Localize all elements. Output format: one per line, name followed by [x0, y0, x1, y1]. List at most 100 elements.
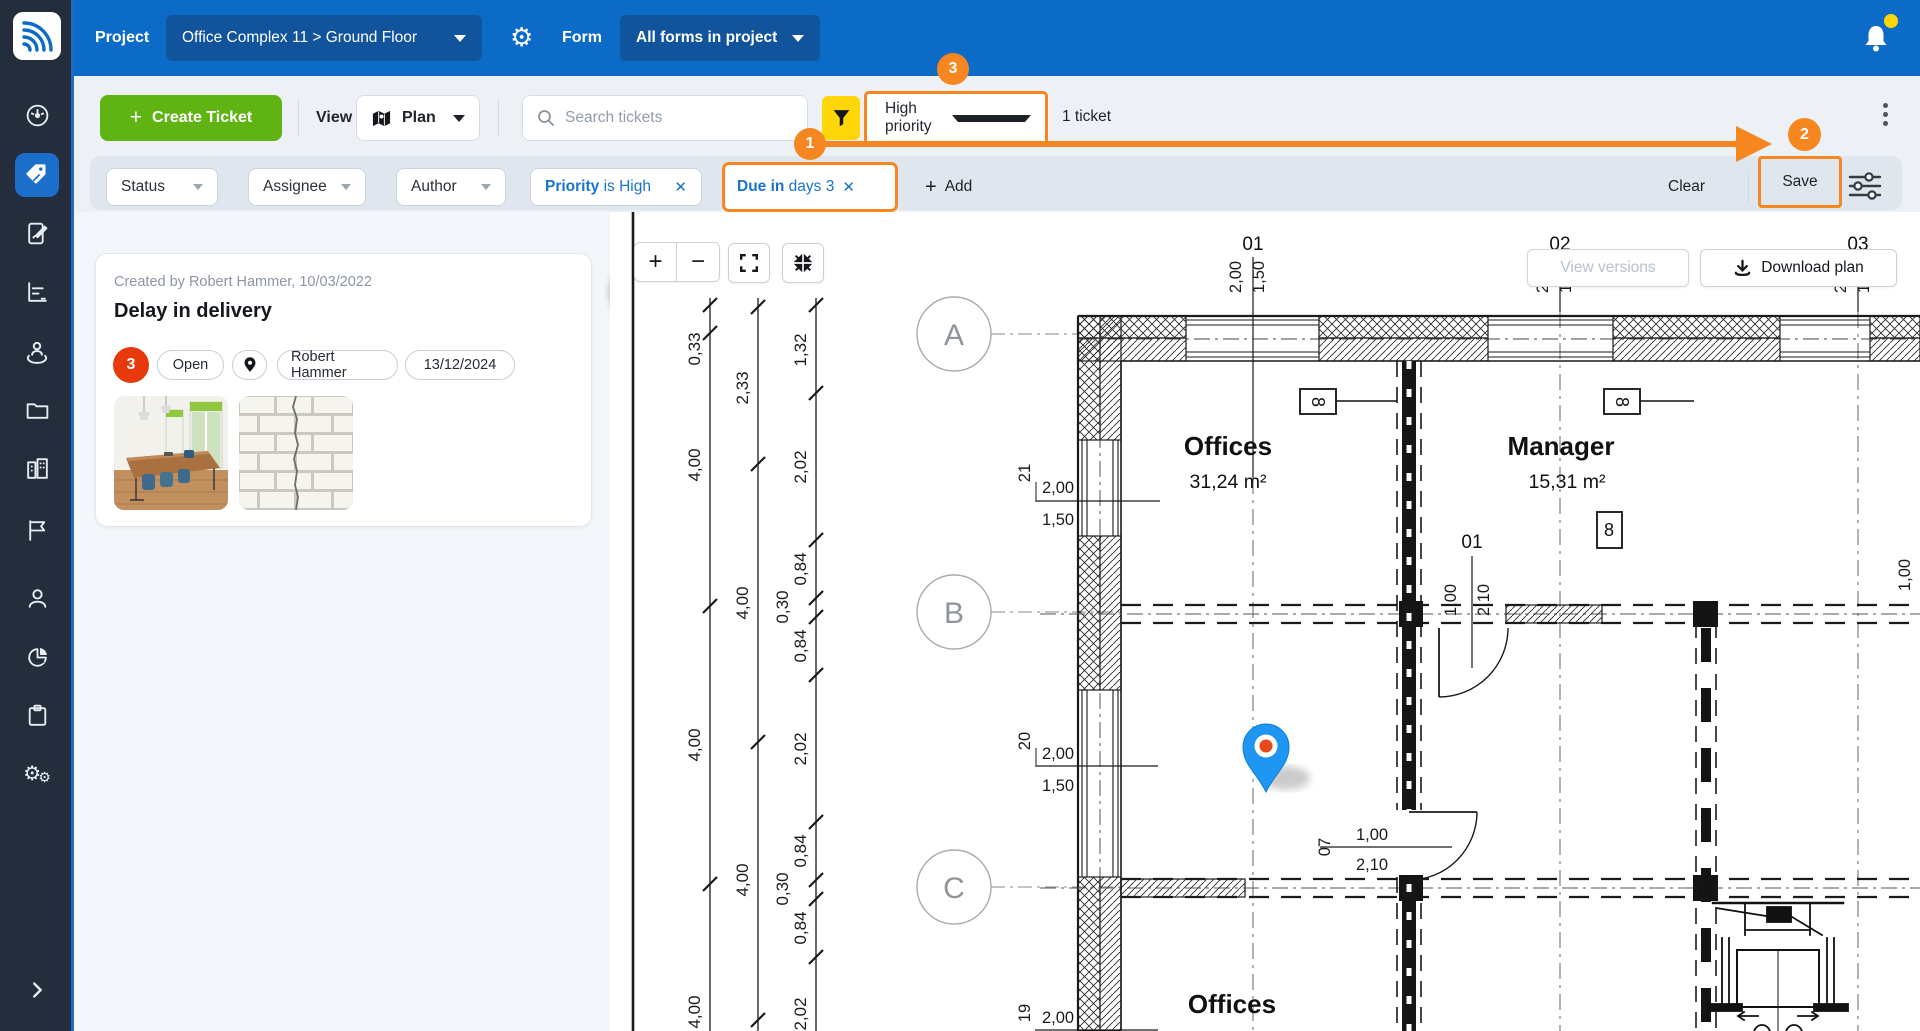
project-label: Project [95, 0, 149, 76]
annotation-step-2: 2 [1788, 118, 1821, 151]
ticket-status-pill[interactable]: Open [157, 350, 224, 380]
search-input[interactable] [565, 109, 793, 127]
form-selector[interactable]: All forms in project [620, 15, 820, 61]
view-mode-selector[interactable]: Plan [356, 95, 480, 141]
ticket-photo-wall-crack[interactable] [239, 396, 353, 510]
svg-text:0,84: 0,84 [791, 834, 810, 867]
sidebar-item-dashboard[interactable] [15, 93, 59, 137]
funnel-icon [831, 107, 852, 129]
filter-button[interactable] [822, 96, 860, 140]
ticket-card[interactable]: Created by Robert Hammer, 10/03/2022 Del… [95, 253, 592, 527]
view-versions-button[interactable]: View versions [1527, 249, 1689, 287]
download-icon [1733, 259, 1752, 278]
ticket-location-pill[interactable] [232, 350, 267, 380]
sidebar-item-statistics[interactable] [15, 270, 59, 314]
clipboard-icon [24, 702, 51, 729]
sidebar-item-documents[interactable] [15, 388, 59, 432]
floor-plan-canvas[interactable]: 0,33 4,00 4,00 4,00 2,33 4,00 4,00 1,32 … [610, 212, 1920, 1031]
filter-chip-assignee[interactable]: Assignee [248, 168, 366, 206]
sidebar-item-tasks[interactable] [15, 693, 59, 737]
filter-chip-author-label: Author [411, 178, 471, 196]
ticket-photo-meeting-room[interactable] [114, 396, 228, 510]
fullscreen-button[interactable] [728, 243, 770, 283]
wall-left [1078, 316, 1121, 1031]
room-manager-area: 15,31 m² [1529, 471, 1606, 493]
toolbar-divider [498, 99, 499, 137]
remove-priority-filter-icon[interactable]: ✕ [674, 178, 687, 196]
filter-settings-sliders-icon[interactable] [1848, 171, 1882, 201]
svg-text:1,00: 1,00 [1442, 584, 1460, 616]
svg-text:4,00: 4,00 [733, 586, 752, 619]
filter-chip-author[interactable]: Author [396, 168, 506, 206]
zoom-out-button[interactable]: − [677, 242, 719, 282]
chart-bars-icon [24, 279, 51, 306]
add-filter-button[interactable]: + Add [925, 168, 972, 206]
sidebar-item-flags[interactable] [15, 508, 59, 552]
project-settings-gear-icon[interactable]: ⚙ [510, 0, 533, 76]
kebab-menu-icon[interactable] [1878, 103, 1892, 126]
priority-filter-selector[interactable]: High priority [864, 91, 1048, 145]
view-mode-value: Plan [402, 109, 443, 127]
project-selector-value: Office Complex 11 > Ground Floor [182, 29, 442, 47]
filter-divider [1748, 170, 1749, 204]
sidebar-item-company[interactable] [15, 446, 59, 490]
chevron-down-icon [481, 184, 491, 190]
filter-chip-due-highlighted[interactable]: Due in days 3 ✕ [722, 162, 898, 212]
sidebar: ⚙⚙ [0, 0, 74, 1031]
notification-badge-dot [1884, 14, 1898, 28]
planradar-logo[interactable] [13, 12, 61, 60]
fit-to-screen-button[interactable] [782, 243, 824, 283]
filter-chip-status-label: Status [121, 178, 183, 196]
folder-icon [24, 397, 51, 424]
sidebar-item-settings[interactable]: ⚙⚙ [15, 751, 59, 795]
clear-filters-button[interactable]: Clear [1668, 168, 1705, 206]
save-filter-button[interactable]: Save [1782, 163, 1817, 201]
sidebar-item-reports[interactable] [15, 635, 59, 679]
svg-text:2,02: 2,02 [791, 732, 810, 765]
download-plan-button[interactable]: Download plan [1700, 249, 1897, 287]
svg-text:0,84: 0,84 [791, 629, 810, 662]
svg-text:B: B [944, 597, 964, 630]
tag-icon [23, 161, 51, 189]
user-icon [24, 585, 51, 612]
svg-text:1,50: 1,50 [1042, 511, 1074, 529]
annotation-arrow-head [1736, 126, 1772, 162]
room-offices-2: Offices [1188, 989, 1276, 1019]
sidebar-item-tickets[interactable] [15, 153, 59, 197]
svg-text:A: A [944, 319, 964, 352]
svg-text:2,00: 2,00 [1042, 479, 1074, 497]
filter-chip-status[interactable]: Status [106, 168, 218, 206]
ticket-author-pill[interactable]: Robert Hammer [277, 350, 398, 380]
zoom-controls: + − [634, 242, 720, 282]
search-tickets-box [522, 95, 808, 141]
map-icon [371, 108, 392, 129]
svg-text:1,50: 1,50 [1042, 777, 1074, 795]
sidebar-item-forms[interactable] [15, 211, 59, 255]
chevron-down-icon [341, 184, 351, 190]
priority-chip-field: Priority [545, 178, 599, 195]
add-filter-label: Add [945, 178, 973, 196]
toolbar-divider [298, 99, 299, 137]
chevron-down-icon [454, 35, 466, 42]
svg-text:0,33: 0,33 [685, 332, 704, 365]
fullscreen-icon [738, 252, 760, 274]
remove-due-filter-icon[interactable]: ✕ [842, 178, 855, 196]
svg-text:0,84: 0,84 [791, 552, 810, 585]
sidebar-item-site[interactable] [15, 330, 59, 374]
sidebar-expand-button[interactable] [15, 968, 59, 1012]
ticket-due-date-pill[interactable]: 13/12/2024 [405, 350, 515, 380]
pie-chart-icon [24, 644, 51, 671]
svg-text:01: 01 [1461, 532, 1482, 553]
search-icon [537, 109, 555, 127]
create-ticket-button[interactable]: + Create Ticket [100, 95, 282, 141]
filter-chip-priority[interactable]: Priority is High ✕ [530, 168, 702, 206]
ticket-priority-badge: 3 [113, 347, 149, 383]
cracked-wall-image [239, 396, 353, 510]
svg-text:1,00: 1,00 [1356, 826, 1388, 844]
sidebar-item-users[interactable] [15, 576, 59, 620]
project-selector[interactable]: Office Complex 11 > Ground Floor [166, 15, 482, 61]
plus-icon: + [130, 106, 142, 130]
svg-text:0,30: 0,30 [773, 590, 792, 623]
zoom-in-button[interactable]: + [635, 242, 677, 282]
svg-text:2,10: 2,10 [1475, 584, 1493, 616]
